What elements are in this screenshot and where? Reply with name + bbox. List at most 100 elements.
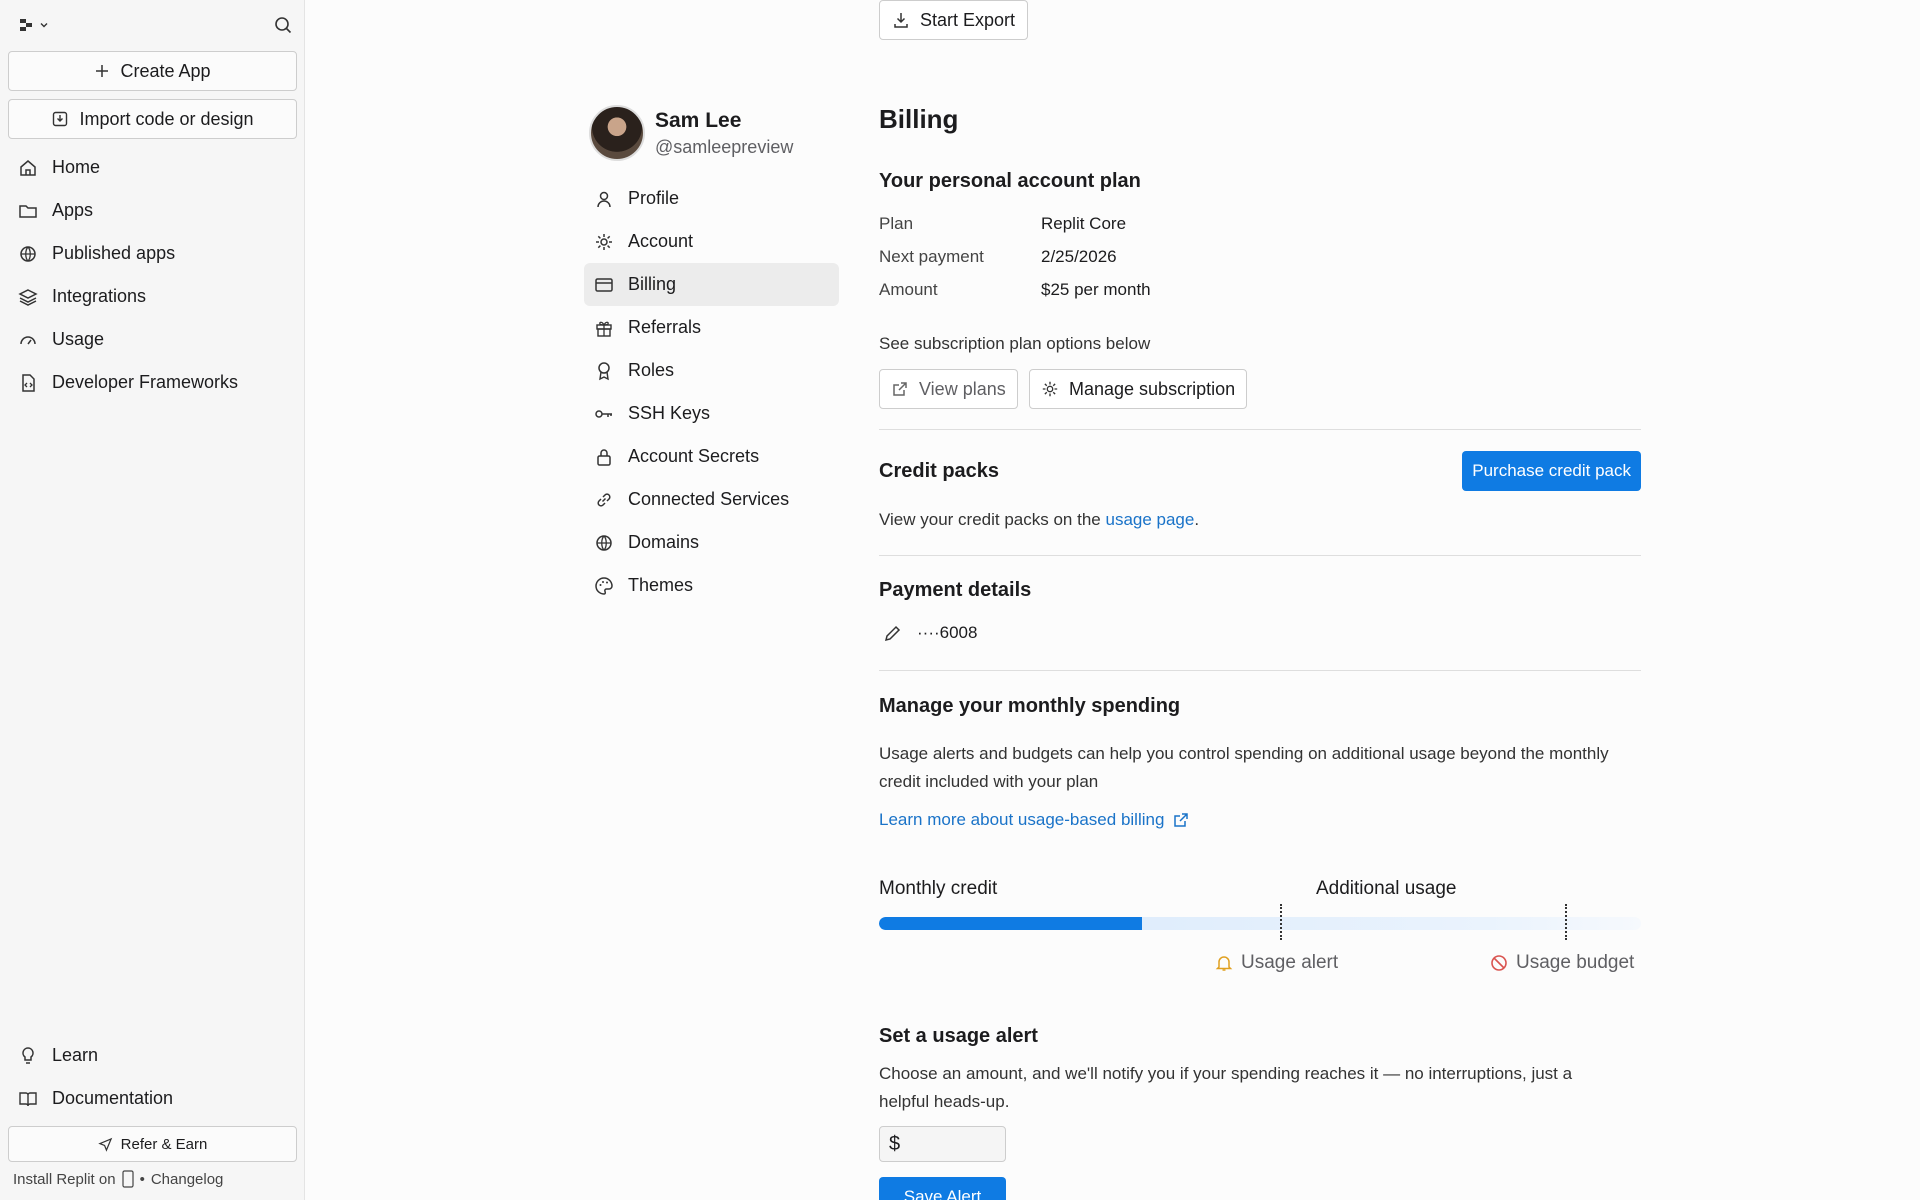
replit-logo-menu[interactable] [18, 17, 50, 33]
settings-item-label: Account Secrets [628, 446, 760, 466]
settings-item-connected-services[interactable]: Connected Services [584, 478, 839, 521]
usage-alert-text: Usage alert [1241, 952, 1339, 973]
settings-item-themes[interactable]: Themes [584, 564, 839, 607]
search-icon[interactable] [273, 15, 293, 35]
link-icon [597, 492, 611, 507]
learn-more-row[interactable]: Learn more about usage-based billing [879, 810, 1190, 830]
learn-more-link[interactable]: Learn more about usage-based billing [879, 810, 1164, 830]
purchase-credit-pack-button[interactable]: Purchase credit pack [1462, 451, 1641, 491]
import-button[interactable]: Import code or design [8, 99, 297, 139]
changelog-link[interactable]: Changelog [151, 1171, 224, 1188]
settings-item-roles[interactable]: Roles [584, 349, 839, 392]
download-icon [894, 13, 908, 28]
sidebar-item-home[interactable]: Home [8, 146, 297, 189]
credit-text-pre: View your credit packs on the [879, 510, 1106, 529]
settings-item-account-secrets[interactable]: Account Secrets [584, 435, 839, 478]
alert-amount-input[interactable]: $ [879, 1126, 1006, 1162]
view-plans-button[interactable]: View plans [879, 369, 1018, 409]
spending-heading: Manage your monthly spending [879, 695, 1181, 717]
usage-progress-fill [879, 917, 1142, 930]
start-export-button[interactable]: Start Export [879, 0, 1028, 40]
external-link-icon [1174, 813, 1189, 827]
settings-item-label: Referrals [628, 317, 702, 337]
separator: • [139, 1170, 145, 1188]
credit-text-post: . [1194, 510, 1200, 529]
sidebar-item-developer-frameworks[interactable]: Developer Frameworks [8, 361, 297, 404]
book-icon [19, 1091, 37, 1106]
credit-packs-text: View your credit packs on the usage page… [879, 506, 1199, 534]
usage-alert-text-block: Choose an amount, and we'll notify you i… [879, 1064, 1573, 1111]
usage-progress-bar [879, 917, 1641, 930]
settings-item-referrals[interactable]: Referrals [584, 306, 839, 349]
phone-icon [121, 1170, 134, 1188]
settings-item-domains[interactable]: Domains [584, 521, 839, 564]
sidebar-item-apps[interactable]: Apps [8, 189, 297, 232]
key-icon [595, 409, 612, 418]
sidebar-item-integrations[interactable]: Integrations [8, 275, 297, 318]
plus-icon [96, 65, 109, 77]
sidebar-item-learn[interactable]: Learn [8, 1034, 297, 1077]
credit-packs-heading: Credit packs [879, 460, 1000, 482]
import-label: Import code or design [79, 108, 254, 129]
sidebar-bottom-nav: Learn Documentation [8, 1034, 297, 1120]
refer-label: Refer & Earn [120, 1135, 208, 1153]
additional-usage-label: Additional usage [1316, 878, 1457, 899]
currency-symbol: $ [889, 1132, 901, 1155]
import-icon [53, 111, 68, 127]
settings-item-label: Domains [628, 532, 700, 552]
lock-icon [597, 448, 611, 466]
sidebar-item-label: Published apps [52, 243, 176, 263]
settings-item-label: Billing [628, 274, 677, 294]
settings-item-billing[interactable]: Billing [584, 263, 839, 306]
sidebar-item-label: Learn [52, 1045, 99, 1065]
usage-budget-legend: Usage budget [1490, 952, 1634, 974]
file-code-icon [22, 373, 35, 392]
refer-earn-button[interactable]: Refer & Earn [8, 1126, 297, 1162]
sidebar-item-documentation[interactable]: Documentation [8, 1077, 297, 1120]
sidebar-footer: Install Replit on • Changelog [13, 1170, 223, 1188]
divider [879, 555, 1641, 556]
sidebar-item-label: Home [52, 157, 101, 177]
amount-value: $25 per month [1041, 280, 1151, 299]
settings-item-account[interactable]: Account [584, 220, 839, 263]
ban-icon [1491, 955, 1507, 971]
divider [879, 670, 1641, 671]
usage-page-link[interactable]: usage page [1105, 510, 1194, 529]
sidebar-item-label: Usage [52, 329, 105, 349]
payment-card-row: ····6008 [883, 623, 977, 643]
save-alert-button[interactable]: Save Alert [879, 1177, 1006, 1200]
bell-icon [1215, 956, 1233, 971]
settings-item-ssh-keys[interactable]: SSH Keys [584, 392, 839, 435]
usage-alert-legend: Usage alert [1215, 952, 1338, 974]
globe-icon [596, 534, 612, 551]
payment-details-heading: Payment details [879, 579, 1032, 601]
page-title: Billing [879, 104, 959, 134]
gear-icon [1042, 381, 1058, 397]
settings-item-label: Account [628, 231, 694, 251]
sidebar-item-published-apps[interactable]: Published apps [8, 232, 297, 275]
install-link[interactable]: Install Replit on [13, 1171, 116, 1188]
avatar [589, 105, 645, 161]
settings-item-label: Roles [628, 360, 675, 380]
usage-alert-heading: Set a usage alert [879, 1025, 1038, 1047]
sidebar-nav: Home Apps Published apps Integrations Us… [8, 146, 297, 404]
plan-label: Plan [879, 214, 914, 233]
settings-item-profile[interactable]: Profile [584, 177, 839, 220]
sidebar-item-label: Integrations [52, 286, 147, 306]
plan-value: Replit Core [1041, 214, 1127, 233]
layers-icon [18, 288, 38, 306]
profile-name: Sam Lee [655, 108, 742, 132]
create-app-label: Create App [120, 60, 211, 81]
spending-text: Usage alerts and budgets can help you co… [879, 744, 1609, 791]
lightbulb-icon [22, 1046, 34, 1064]
create-app-button[interactable]: Create App [8, 51, 297, 91]
badge-icon [598, 361, 610, 380]
settings-item-label: Connected Services [628, 489, 790, 509]
settings-item-label: Profile [628, 188, 680, 208]
manage-subscription-button[interactable]: Manage subscription [1029, 369, 1248, 409]
sidebar-item-usage[interactable]: Usage [8, 318, 297, 361]
profile-handle: @samleepreview [655, 136, 794, 157]
pencil-icon[interactable] [883, 623, 903, 643]
next-payment-value: 2/25/2026 [1041, 247, 1117, 266]
settings-item-label: Themes [628, 575, 694, 595]
